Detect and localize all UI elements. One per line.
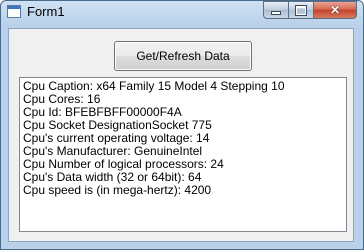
window-controls: ✕ bbox=[263, 1, 357, 19]
maximize-button[interactable] bbox=[289, 1, 314, 19]
form-app-icon[interactable] bbox=[7, 5, 21, 18]
form-client-area: Get/Refresh Data Cpu Caption: x64 Family… bbox=[8, 28, 354, 242]
cpu-info-textbox[interactable]: Cpu Caption: x64 Family 15 Model 4 Stepp… bbox=[19, 77, 347, 232]
close-button[interactable]: ✕ bbox=[314, 1, 357, 19]
title-bar[interactable]: Form1 ✕ bbox=[1, 1, 363, 23]
close-icon: ✕ bbox=[329, 3, 341, 17]
output-line: Cpu speed is (in mega-hertz): 4200 bbox=[23, 183, 212, 197]
maximize-icon bbox=[296, 5, 306, 15]
minimize-icon bbox=[272, 12, 280, 14]
get-refresh-data-button[interactable]: Get/Refresh Data bbox=[114, 41, 252, 71]
window-title: Form1 bbox=[27, 4, 65, 19]
app-window: Form1 ✕ Get/Refresh Data Cpu Caption: x6… bbox=[0, 0, 364, 250]
minimize-button[interactable] bbox=[263, 1, 289, 19]
